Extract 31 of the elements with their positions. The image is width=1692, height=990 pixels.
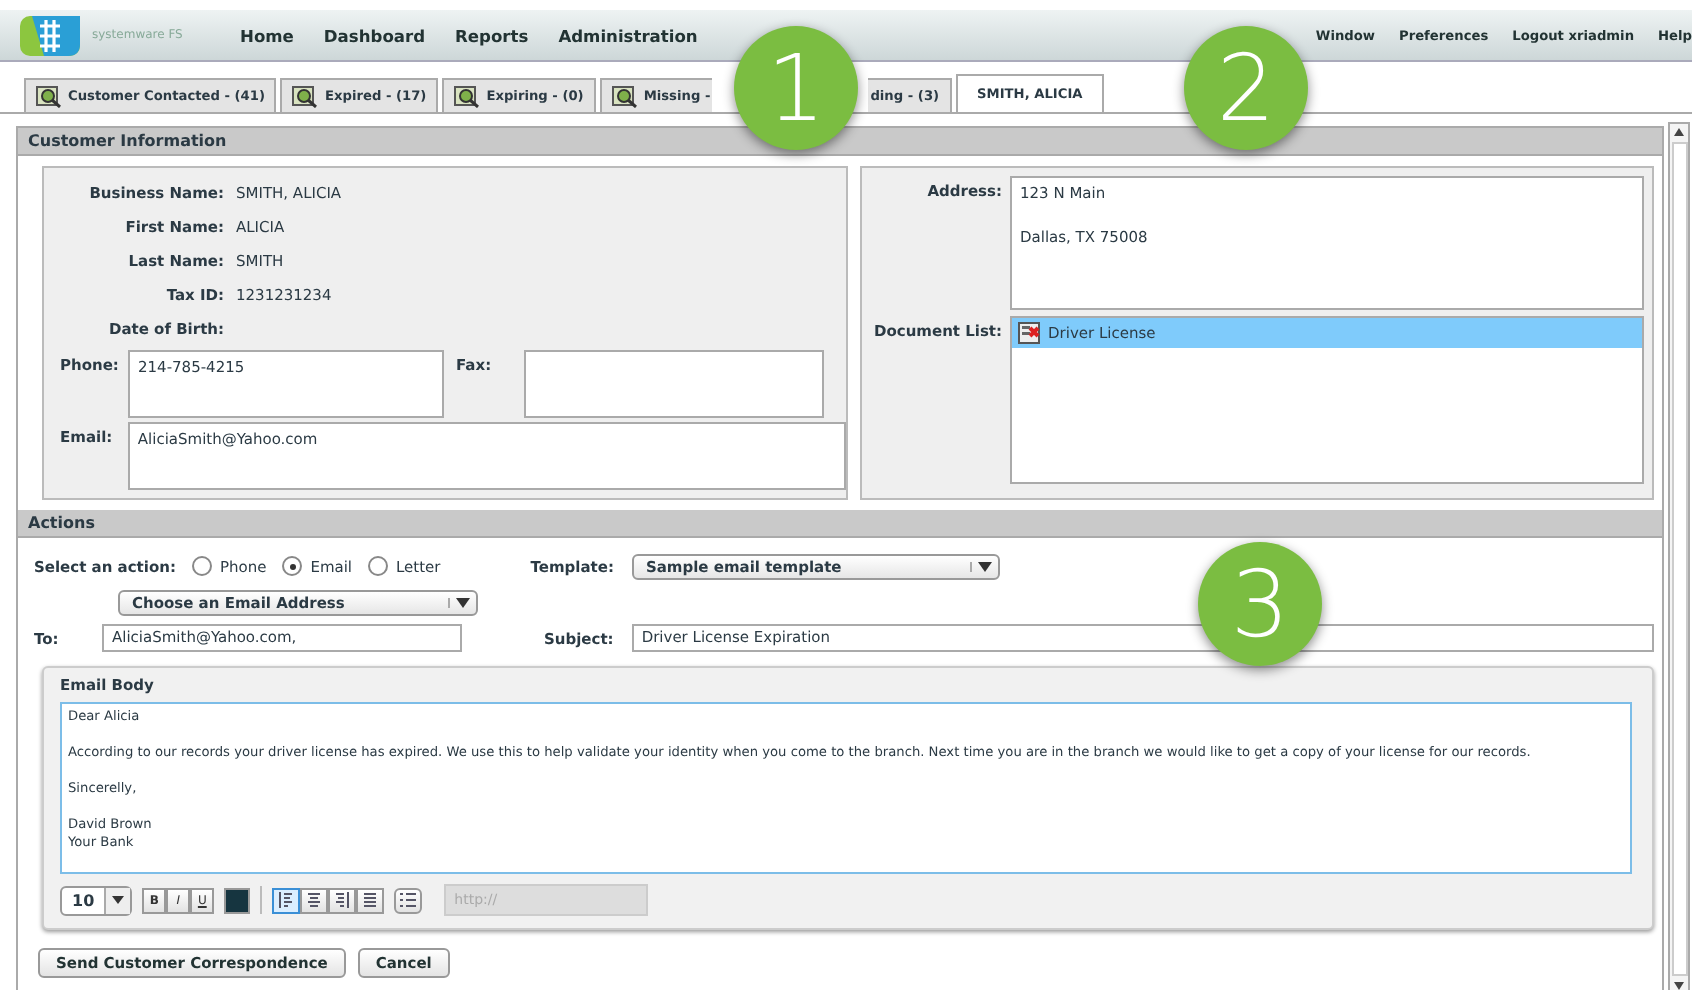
caret-icon: [969, 561, 998, 571]
scroll-up-icon: [1674, 128, 1684, 136]
list-icon: [400, 892, 417, 908]
align-center-icon: [306, 892, 323, 908]
radio-button[interactable]: [282, 556, 303, 576]
scroll-down-icon: [1674, 982, 1684, 990]
scrollbar[interactable]: [1668, 122, 1690, 990]
menu-item[interactable]: Dashboard: [323, 25, 426, 45]
text-color-button[interactable]: [224, 887, 251, 913]
radio-button[interactable]: [368, 556, 389, 576]
radio-button[interactable]: [191, 556, 212, 576]
caret-icon: [112, 896, 125, 904]
menu-item[interactable]: Administration: [558, 25, 698, 45]
logo-icon: [20, 15, 80, 55]
font-size-dropdown[interactable]: 10: [60, 885, 133, 915]
bullet-list-button[interactable]: [394, 887, 423, 913]
section-header: Actions: [18, 510, 1662, 538]
step-number-badge: 3: [1198, 542, 1322, 666]
align-right-icon: [334, 892, 351, 908]
section-header: Customer Information: [18, 128, 1662, 156]
caret-icon: [448, 597, 476, 607]
align-center-button[interactable]: [300, 887, 329, 913]
align-right-button[interactable]: [328, 887, 357, 913]
align-left-button[interactable]: [272, 887, 301, 913]
menu-item[interactable]: Home: [240, 25, 294, 45]
document-icon: [1018, 322, 1040, 344]
justify-icon: [362, 892, 379, 908]
justify-button[interactable]: [356, 887, 385, 913]
menu-item[interactable]: Reports: [455, 25, 529, 45]
align-left-icon: [278, 892, 295, 908]
fax-field[interactable]: [524, 350, 824, 418]
